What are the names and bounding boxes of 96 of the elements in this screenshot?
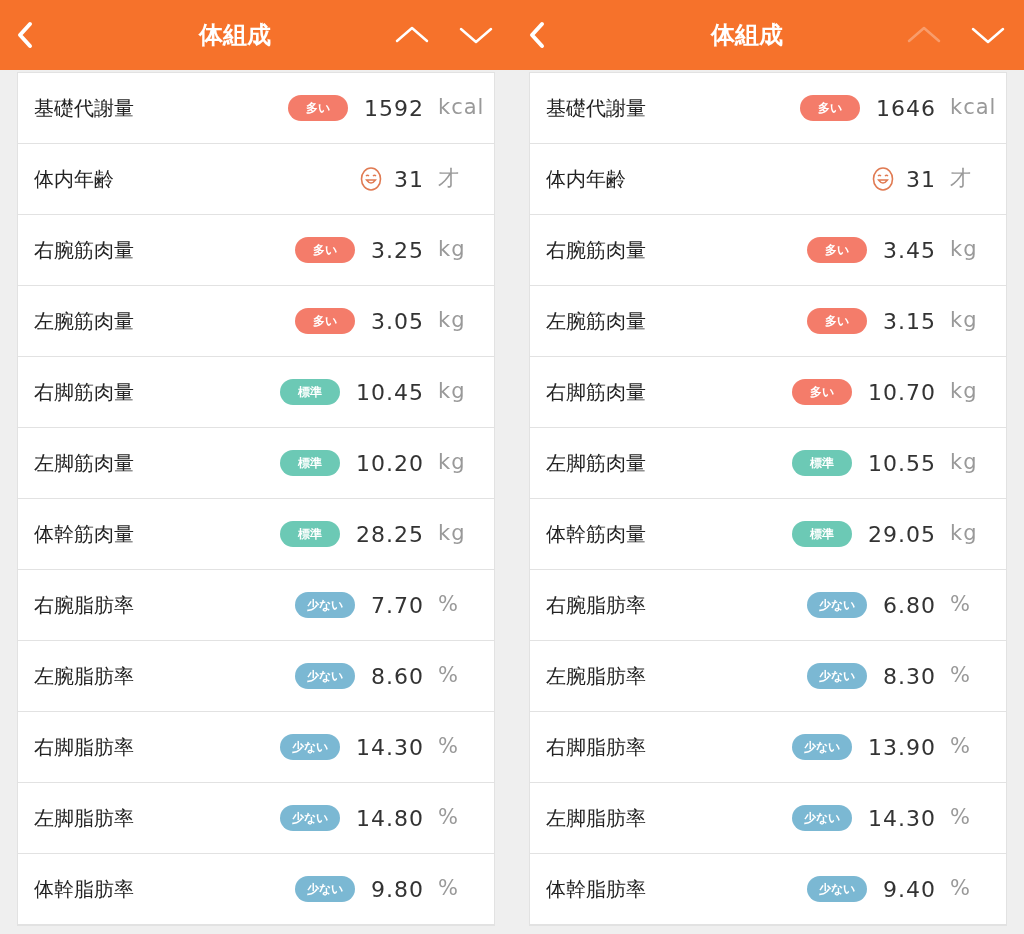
metric-value: 9.40: [883, 875, 936, 904]
metric-unit: 才: [950, 166, 972, 191]
metric-unit: %: [950, 592, 971, 617]
metric-label: 体内年齢: [34, 166, 115, 193]
status-badge: 多い: [295, 237, 355, 263]
metric-value: 3.25: [371, 236, 424, 265]
status-badge: 標準: [280, 521, 340, 547]
metric-value: 13.90: [868, 733, 936, 762]
status-badge: 標準: [792, 521, 852, 547]
metric-unit: 才: [438, 166, 460, 191]
status-badge: 少ない: [280, 805, 340, 831]
metric-value: 1646: [876, 94, 936, 123]
metric-label: 右脚脂肪率: [546, 734, 647, 761]
metric-label: 左腕筋肉量: [34, 308, 135, 335]
metric-value: 9.80: [371, 875, 424, 904]
metric-label: 体幹脂肪率: [34, 876, 135, 903]
metric-unit: kg: [438, 308, 466, 333]
metric-unit: %: [438, 663, 459, 688]
metric-unit: kg: [438, 237, 466, 262]
metric-label: 体幹筋肉量: [34, 521, 135, 548]
status-badge: 少ない: [792, 734, 852, 760]
metric-unit: kg: [950, 450, 978, 475]
metric-label: 右腕脂肪率: [34, 592, 135, 619]
metric-value: 10.55: [868, 449, 936, 478]
status-badge: 多い: [295, 308, 355, 334]
metric-value: 8.30: [883, 662, 936, 691]
status-badge: 標準: [280, 450, 340, 476]
screen-title: 体組成: [199, 20, 271, 51]
metric-unit: %: [438, 876, 459, 901]
metric-label: 体内年齢: [546, 166, 627, 193]
metric-label: 左腕筋肉量: [546, 308, 647, 335]
metric-unit: kg: [438, 379, 466, 404]
metric-value: 14.30: [868, 804, 936, 833]
metric-label: 基礎代謝量: [34, 95, 135, 122]
metric-value: 8.60: [371, 662, 424, 691]
metric-unit: kcal: [438, 95, 485, 120]
status-badge: 少ない: [807, 876, 867, 902]
metric-value: 10.45: [356, 378, 424, 407]
metric-label: 左腕脂肪率: [546, 663, 647, 690]
metric-value: 31: [394, 165, 424, 194]
status-badge: 少ない: [807, 663, 867, 689]
status-badge: 少ない: [295, 876, 355, 902]
metric-label: 右腕筋肉量: [546, 237, 647, 264]
metric-label: 体幹脂肪率: [546, 876, 647, 903]
metric-label: 右腕筋肉量: [34, 237, 135, 264]
status-badge: 多い: [800, 95, 860, 121]
status-badge: 多い: [807, 237, 867, 263]
metric-unit: kg: [950, 521, 978, 546]
metric-value: 14.30: [356, 733, 424, 762]
status-badge: 多い: [288, 95, 348, 121]
status-badge: 少ない: [807, 592, 867, 618]
metric-unit: kg: [438, 450, 466, 475]
metric-unit: %: [950, 734, 971, 759]
metric-value: 3.45: [883, 236, 936, 265]
metric-unit: %: [438, 592, 459, 617]
metric-label: 左脚脂肪率: [546, 805, 647, 832]
metric-value: 10.20: [356, 449, 424, 478]
status-badge: 多い: [792, 379, 852, 405]
metric-label: 右腕脂肪率: [546, 592, 647, 619]
metric-label: 右脚筋肉量: [34, 379, 135, 406]
metric-unit: kg: [950, 237, 978, 262]
metric-label: 左脚脂肪率: [34, 805, 135, 832]
status-badge: 多い: [807, 308, 867, 334]
metric-label: 左腕脂肪率: [34, 663, 135, 690]
metric-value: 3.05: [371, 307, 424, 336]
status-badge: 少ない: [280, 734, 340, 760]
metric-value: 14.80: [356, 804, 424, 833]
metric-label: 右脚脂肪率: [34, 734, 135, 761]
metric-value: 7.70: [371, 591, 424, 620]
metric-value: 3.15: [883, 307, 936, 336]
metric-unit: %: [950, 805, 971, 830]
metric-unit: kcal: [950, 95, 997, 120]
metric-value: 1592: [364, 94, 424, 123]
metric-label: 右脚筋肉量: [546, 379, 647, 406]
metric-unit: %: [950, 876, 971, 901]
metric-value: 10.70: [868, 378, 936, 407]
metric-label: 体幹筋肉量: [546, 521, 647, 548]
metric-unit: kg: [950, 379, 978, 404]
status-badge: 少ない: [295, 592, 355, 618]
screen-title: 体組成: [711, 20, 783, 51]
metric-unit: kg: [438, 521, 466, 546]
metric-label: 左脚筋肉量: [546, 450, 647, 477]
metric-label: 基礎代謝量: [546, 95, 647, 122]
metric-unit: %: [438, 805, 459, 830]
status-badge: 少ない: [295, 663, 355, 689]
metric-value: 31: [906, 165, 936, 194]
metric-label: 左脚筋肉量: [34, 450, 135, 477]
status-badge: 標準: [280, 379, 340, 405]
metric-value: 28.25: [356, 520, 424, 549]
metric-unit: %: [950, 663, 971, 688]
metric-value: 6.80: [883, 591, 936, 620]
metric-unit: kg: [950, 308, 978, 333]
metric-value: 29.05: [868, 520, 936, 549]
metric-unit: %: [438, 734, 459, 759]
status-badge: 標準: [792, 450, 852, 476]
status-badge: 少ない: [792, 805, 852, 831]
